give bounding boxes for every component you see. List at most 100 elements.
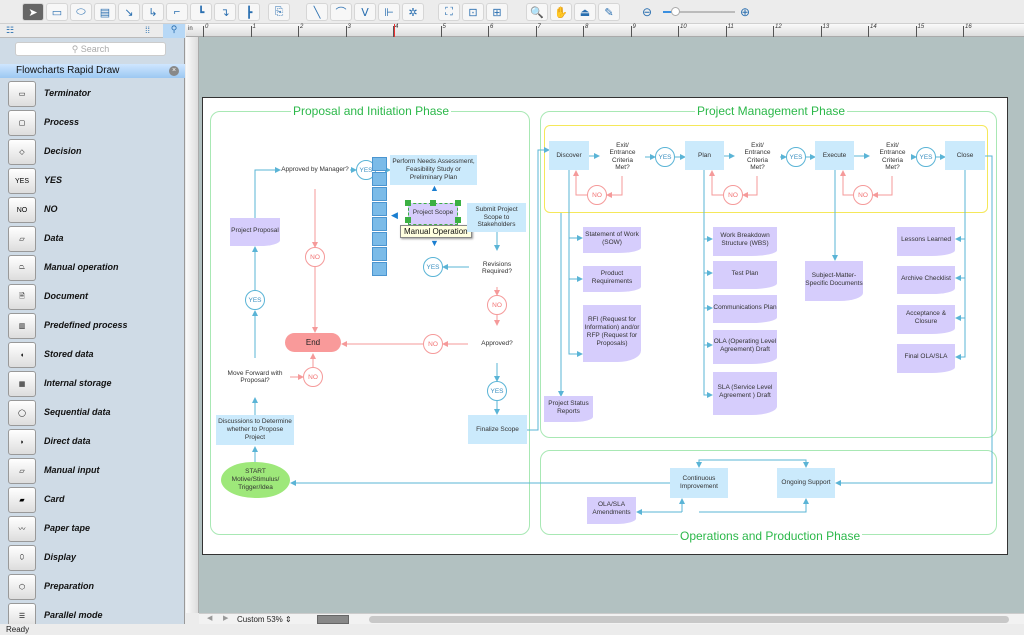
library-item-no[interactable]: NO NO [0, 196, 185, 225]
search-input[interactable]: ⚲ Search [15, 42, 166, 56]
horizontal-ruler: in 0 1 2 3 4 5 6 7 8 9 10 11 12 13 14 15 16 [186, 24, 1024, 37]
library-item-data[interactable]: ▱ Data [0, 225, 185, 254]
library-item-sequential-data[interactable]: ◯ Sequential data [0, 399, 185, 428]
library-item-card[interactable]: ▰ Card [0, 486, 185, 515]
ruler-tick-label: 15 [917, 24, 925, 30]
library-item-decision[interactable]: ◇ Decision [0, 138, 185, 167]
panel-tabs: ☷ ⁞⁞ ⚲ [0, 24, 185, 38]
chain-tool[interactable]: ⛶ [438, 3, 460, 21]
library-item-stored-data[interactable]: ◖ Stored data [0, 341, 185, 370]
library-item-manual-input[interactable]: ⏥ Manual input [0, 457, 185, 486]
library-item-display[interactable]: ⬯ Display [0, 544, 185, 573]
library-item-preparation[interactable]: ⬡ Preparation [0, 573, 185, 602]
shape-preview-icon: ⬡ [8, 574, 36, 600]
horizontal-scrollbar[interactable] [369, 616, 1009, 623]
ruler-tick-label: 6 [490, 24, 494, 30]
ruler-tick-label: 7 [537, 24, 541, 30]
snap-tool[interactable]: ⊡ [462, 3, 484, 21]
smart-connector-tool[interactable]: ↳ [142, 3, 164, 21]
ruler-tick-label: 14 [870, 24, 877, 30]
next-page-button[interactable]: ▶ [223, 614, 228, 622]
ruler-cursor-marker [394, 24, 395, 37]
toolbar: ➤ ▭ ⬭ ▤ ↘ ↳ ⌐ ┗ ↴ ┣ ⎘ ╲ ⌒ ⴸ ⊩ ✲ ⛶ ⊡ ⊞ 🔍 … [0, 0, 1024, 24]
ellipse-tool[interactable]: ⬭ [70, 3, 92, 21]
library-item-paper-tape[interactable]: 〰 Paper tape [0, 515, 185, 544]
bottom-bar: ◀ ▶ Custom 53% ⇕ [199, 613, 1024, 624]
library-item-manual-operation[interactable]: ⏢ Manual operation [0, 254, 185, 283]
connector-tool[interactable]: ↘ [118, 3, 140, 21]
group-tool[interactable]: ⊞ [486, 3, 508, 21]
zoom-slider[interactable] [663, 7, 735, 16]
ruler-tick-label: 0 [205, 24, 209, 30]
shape-preview-icon: ◯ [8, 400, 36, 426]
status-bar: Ready [0, 624, 1024, 635]
shape-preview-icon: ▰ [8, 487, 36, 513]
ruler-tick-label: 12 [775, 24, 782, 30]
stamp-tool[interactable]: ⏏ [574, 3, 596, 21]
library-item-process[interactable]: ▢ Process [0, 109, 185, 138]
shape-preview-icon: ▦ [8, 371, 36, 397]
library-item-direct-data[interactable]: ◗ Direct data [0, 428, 185, 457]
bezier-tool[interactable]: ⴸ [354, 3, 376, 21]
zoom-slider-handle[interactable] [671, 7, 680, 16]
ruler-tick-label: 10 [680, 24, 687, 30]
page-view-buttons[interactable] [317, 615, 349, 624]
shape-preview-icon: ⏢ [8, 255, 36, 281]
shape-preview-icon: 〰 [8, 516, 36, 542]
close-library-icon[interactable]: × [169, 66, 179, 76]
shape-preview-icon: ▥ [8, 313, 36, 339]
library-header[interactable]: Flowcharts Rapid Draw × [0, 64, 185, 78]
tree-connector-tool[interactable]: ┣ [238, 3, 260, 21]
shape-preview-icon: ◗ [8, 429, 36, 455]
ruler-tick-label: 1 [252, 24, 256, 30]
ruler-tick-label: 3 [347, 24, 351, 30]
prev-page-button[interactable]: ◀ [207, 614, 212, 622]
ruler-tick-label: 2 [300, 24, 304, 30]
library-panel: ☷ ⁞⁞ ⚲ ⚲ Search Flowcharts Rapid Draw × … [0, 24, 185, 629]
shape-preview-icon: ▢ [8, 110, 36, 136]
ruler-tick-label: 9 [632, 24, 636, 30]
round-connector-tool[interactable]: ⌐ [166, 3, 188, 21]
shape-preview-icon: ◖ [8, 342, 36, 368]
pointer-tool[interactable]: ➤ [22, 3, 44, 21]
library-item-terminator[interactable]: ▭ Terminator [0, 80, 185, 109]
ruler-tick-label: 4 [395, 24, 399, 30]
diagram-page[interactable] [202, 97, 1008, 555]
grid-view-icon[interactable]: ⁞⁞ [145, 25, 150, 35]
library-item-predefined-process[interactable]: ▥ Predefined process [0, 312, 185, 341]
spline-tool[interactable]: ✲ [402, 3, 424, 21]
library-item-document[interactable]: 🗎 Document [0, 283, 185, 312]
insert-tool[interactable]: ⎘ [268, 3, 290, 21]
library-item-yes[interactable]: YES YES [0, 167, 185, 196]
search-tab-icon[interactable]: ⚲ [163, 24, 185, 38]
ruler-tick-label: 8 [585, 24, 589, 30]
polyline-tool[interactable]: ⊩ [378, 3, 400, 21]
rectangle-tool[interactable]: ▭ [46, 3, 68, 21]
zoom-in-icon[interactable]: ⊕ [740, 5, 750, 19]
line-tool[interactable]: ╲ [306, 3, 328, 21]
pan-tool[interactable]: ✋ [550, 3, 572, 21]
orthogonal-connector-tool[interactable]: ┗ [190, 3, 212, 21]
library-title: Flowcharts Rapid Draw [16, 65, 120, 76]
tree-view-icon[interactable]: ☷ [6, 25, 14, 36]
shape-preview-icon: ⬯ [8, 545, 36, 571]
zoom-tool[interactable]: 🔍 [526, 3, 548, 21]
vertical-ruler [186, 37, 199, 613]
eyedropper-tool[interactable]: ✎ [598, 3, 620, 21]
shape-preview-icon: ◇ [8, 139, 36, 165]
shape-preview-icon: 🗎 [8, 284, 36, 310]
shape-preview-icon: NO [8, 197, 36, 223]
zoom-out-icon[interactable]: ⊖ [642, 5, 652, 19]
shape-preview-icon: ▭ [8, 81, 36, 107]
ruler-tick-label: 5 [442, 24, 446, 30]
arc-tool[interactable]: ⌒ [330, 3, 352, 21]
library-item-internal-storage[interactable]: ▦ Internal storage [0, 370, 185, 399]
curved-connector-tool[interactable]: ↴ [214, 3, 236, 21]
ruler-tick-label: 13 [822, 24, 830, 30]
status-text: Ready [6, 625, 30, 634]
shape-preview-icon: ▱ [8, 226, 36, 252]
ruler-tick-label: 16 [965, 24, 972, 30]
shape-preview-icon: ⏥ [8, 458, 36, 484]
ruler-tick-label: 11 [727, 24, 734, 30]
text-tool[interactable]: ▤ [94, 3, 116, 21]
